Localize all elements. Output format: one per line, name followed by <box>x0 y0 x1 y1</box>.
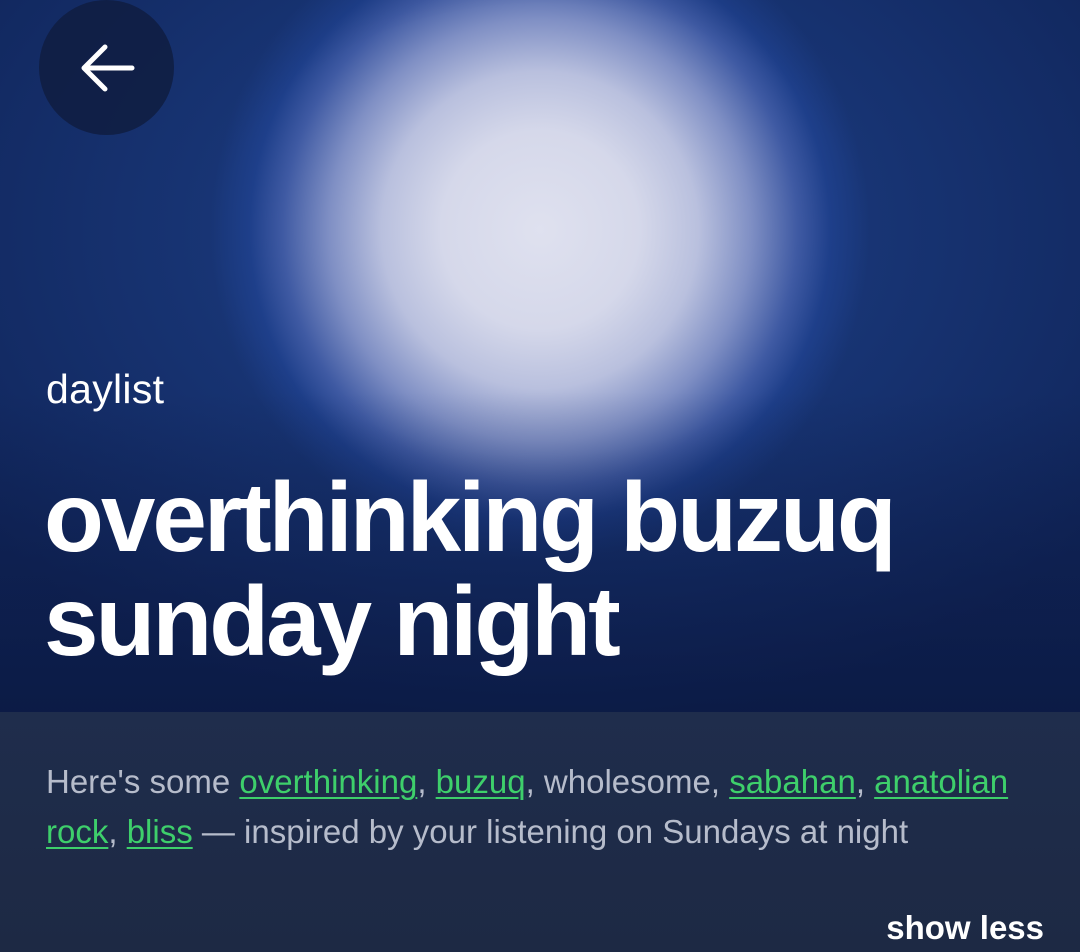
cover-art: daylist overthinking buzuq sunday night <box>0 0 1080 712</box>
playlist-title: overthinking buzuq sunday night <box>44 462 897 676</box>
tag-text-wholesome: wholesome <box>543 763 711 800</box>
tag-link-overthinking[interactable]: overthinking <box>239 763 417 800</box>
tag-link-buzuq[interactable]: buzuq <box>436 763 526 800</box>
show-less-button[interactable]: show less <box>886 909 1044 947</box>
tag-link-bliss[interactable]: bliss <box>127 813 193 850</box>
back-button[interactable] <box>39 0 174 135</box>
description-intro: Here's some <box>46 763 240 800</box>
arrow-left-icon <box>78 43 136 93</box>
playlist-description: Here's some overthinking, buzuq, wholeso… <box>46 763 1009 850</box>
description-outro: — inspired by your listening on Sundays … <box>192 813 909 850</box>
tag-link-sabahan[interactable]: sabahan <box>729 763 856 800</box>
daylist-screen: daylist overthinking buzuq sunday night … <box>0 0 1080 952</box>
playlist-type-label: daylist <box>46 366 165 412</box>
